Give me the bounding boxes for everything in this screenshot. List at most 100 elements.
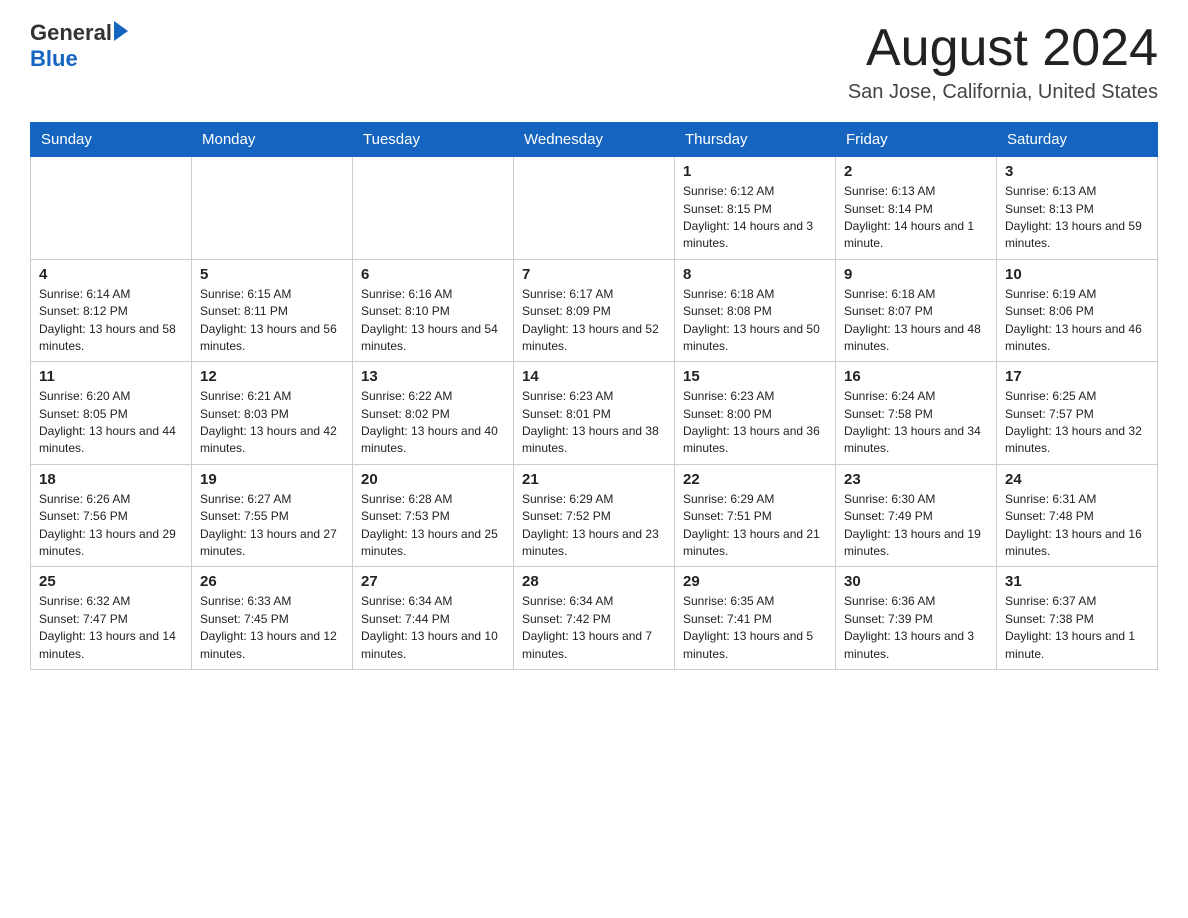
- calendar-cell: 22 Sunrise: 6:29 AM Sunset: 7:51 PM Dayli…: [675, 464, 836, 567]
- day-number: 31: [1005, 573, 1149, 590]
- day-info: Sunrise: 6:24 AM Sunset: 7:58 PM Dayligh…: [844, 388, 988, 458]
- calendar-header-sunday: Sunday: [31, 123, 192, 157]
- day-info: Sunrise: 6:25 AM Sunset: 7:57 PM Dayligh…: [1005, 388, 1149, 458]
- calendar-cell: 2 Sunrise: 6:13 AM Sunset: 8:14 PM Daylig…: [836, 157, 997, 260]
- day-number: 26: [200, 573, 344, 590]
- day-number: 8: [683, 266, 827, 283]
- day-number: 12: [200, 368, 344, 385]
- calendar-cell: 11 Sunrise: 6:20 AM Sunset: 8:05 PM Dayli…: [31, 362, 192, 465]
- day-info: Sunrise: 6:35 AM Sunset: 7:41 PM Dayligh…: [683, 593, 827, 663]
- day-info: Sunrise: 6:13 AM Sunset: 8:13 PM Dayligh…: [1005, 183, 1149, 253]
- calendar-cell: 16Sunrise: 6:24 AM Sunset: 7:58 PM Dayli…: [836, 362, 997, 465]
- day-number: 21: [522, 471, 666, 488]
- day-info: Sunrise: 6:29 AM Sunset: 7:52 PM Dayligh…: [522, 491, 666, 561]
- calendar-week-row: 4 Sunrise: 6:14 AM Sunset: 8:12 PM Daylig…: [31, 259, 1158, 362]
- day-number: 14: [522, 368, 666, 385]
- day-info: Sunrise: 6:34 AM Sunset: 7:44 PM Dayligh…: [361, 593, 505, 663]
- calendar-cell: 7Sunrise: 6:17 AM Sunset: 8:09 PM Daylig…: [514, 259, 675, 362]
- calendar-cell: 1Sunrise: 6:12 AM Sunset: 8:15 PM Daylig…: [675, 157, 836, 260]
- calendar-header-tuesday: Tuesday: [353, 123, 514, 157]
- logo-blue-text: Blue: [30, 46, 128, 72]
- day-info: Sunrise: 6:23 AM Sunset: 8:01 PM Dayligh…: [522, 388, 666, 458]
- page-header: General Blue August 2024 San Jose, Calif…: [30, 20, 1158, 104]
- logo-arrow-icon: [114, 21, 128, 41]
- calendar-cell: 19Sunrise: 6:27 AM Sunset: 7:55 PM Dayli…: [192, 464, 353, 567]
- day-number: 30: [844, 573, 988, 590]
- calendar-week-row: 18 Sunrise: 6:26 AM Sunset: 7:56 PM Dayli…: [31, 464, 1158, 567]
- day-info: Sunrise: 6:32 AM Sunset: 7:47 PM Dayligh…: [39, 593, 183, 663]
- day-number: 2: [844, 163, 988, 180]
- day-info: Sunrise: 6:30 AM Sunset: 7:49 PM Dayligh…: [844, 491, 988, 561]
- calendar-cell: 20Sunrise: 6:28 AM Sunset: 7:53 PM Dayli…: [353, 464, 514, 567]
- day-info: Sunrise: 6:26 AM Sunset: 7:56 PM Dayligh…: [39, 491, 183, 561]
- calendar-cell: 14 Sunrise: 6:23 AM Sunset: 8:01 PM Dayli…: [514, 362, 675, 465]
- day-number: 7: [522, 266, 666, 283]
- day-number: 18: [39, 471, 183, 488]
- day-info: Sunrise: 6:31 AM Sunset: 7:48 PM Dayligh…: [1005, 491, 1149, 561]
- day-info: Sunrise: 6:29 AM Sunset: 7:51 PM Dayligh…: [683, 491, 827, 561]
- calendar-header-thursday: Thursday: [675, 123, 836, 157]
- calendar-cell: 13Sunrise: 6:22 AM Sunset: 8:02 PM Dayli…: [353, 362, 514, 465]
- calendar-cell: 21 Sunrise: 6:29 AM Sunset: 7:52 PM Dayli…: [514, 464, 675, 567]
- calendar-week-row: 25 Sunrise: 6:32 AM Sunset: 7:47 PM Dayli…: [31, 567, 1158, 670]
- day-number: 20: [361, 471, 505, 488]
- day-number: 6: [361, 266, 505, 283]
- day-info: Sunrise: 6:18 AM Sunset: 8:08 PM Dayligh…: [683, 286, 827, 356]
- day-info: Sunrise: 6:14 AM Sunset: 8:12 PM Dayligh…: [39, 286, 183, 356]
- calendar-cell: 9 Sunrise: 6:18 AM Sunset: 8:07 PM Daylig…: [836, 259, 997, 362]
- calendar-cell: [192, 157, 353, 260]
- logo: General Blue: [30, 20, 128, 72]
- calendar-cell: 31 Sunrise: 6:37 AM Sunset: 7:38 PM Dayli…: [997, 567, 1158, 670]
- day-number: 24: [1005, 471, 1149, 488]
- day-info: Sunrise: 6:27 AM Sunset: 7:55 PM Dayligh…: [200, 491, 344, 561]
- day-number: 29: [683, 573, 827, 590]
- day-info: Sunrise: 6:20 AM Sunset: 8:05 PM Dayligh…: [39, 388, 183, 458]
- logo-general-text: General: [30, 20, 112, 46]
- calendar-cell: 26 Sunrise: 6:33 AM Sunset: 7:45 PM Dayli…: [192, 567, 353, 670]
- calendar-cell: 23 Sunrise: 6:30 AM Sunset: 7:49 PM Dayli…: [836, 464, 997, 567]
- day-number: 22: [683, 471, 827, 488]
- calendar-cell: 12Sunrise: 6:21 AM Sunset: 8:03 PM Dayli…: [192, 362, 353, 465]
- calendar-cell: 8 Sunrise: 6:18 AM Sunset: 8:08 PM Daylig…: [675, 259, 836, 362]
- day-info: Sunrise: 6:16 AM Sunset: 8:10 PM Dayligh…: [361, 286, 505, 356]
- day-info: Sunrise: 6:13 AM Sunset: 8:14 PM Dayligh…: [844, 183, 988, 253]
- day-number: 23: [844, 471, 988, 488]
- day-number: 15: [683, 368, 827, 385]
- month-title: August 2024: [848, 20, 1158, 77]
- calendar-week-row: 11 Sunrise: 6:20 AM Sunset: 8:05 PM Dayli…: [31, 362, 1158, 465]
- calendar-cell: 3 Sunrise: 6:13 AM Sunset: 8:13 PM Daylig…: [997, 157, 1158, 260]
- calendar-cell: 25 Sunrise: 6:32 AM Sunset: 7:47 PM Dayli…: [31, 567, 192, 670]
- calendar-cell: 4 Sunrise: 6:14 AM Sunset: 8:12 PM Daylig…: [31, 259, 192, 362]
- calendar-cell: 27 Sunrise: 6:34 AM Sunset: 7:44 PM Dayli…: [353, 567, 514, 670]
- day-number: 3: [1005, 163, 1149, 180]
- day-number: 4: [39, 266, 183, 283]
- day-info: Sunrise: 6:23 AM Sunset: 8:00 PM Dayligh…: [683, 388, 827, 458]
- day-info: Sunrise: 6:33 AM Sunset: 7:45 PM Dayligh…: [200, 593, 344, 663]
- day-info: Sunrise: 6:18 AM Sunset: 8:07 PM Dayligh…: [844, 286, 988, 356]
- day-info: Sunrise: 6:12 AM Sunset: 8:15 PM Dayligh…: [683, 183, 827, 253]
- calendar-table: SundayMondayTuesdayWednesdayThursdayFrid…: [30, 122, 1158, 670]
- day-number: 27: [361, 573, 505, 590]
- day-info: Sunrise: 6:19 AM Sunset: 8:06 PM Dayligh…: [1005, 286, 1149, 356]
- calendar-cell: [514, 157, 675, 260]
- day-number: 10: [1005, 266, 1149, 283]
- day-number: 9: [844, 266, 988, 283]
- location-title: San Jose, California, United States: [848, 81, 1158, 104]
- day-number: 13: [361, 368, 505, 385]
- calendar-header-wednesday: Wednesday: [514, 123, 675, 157]
- calendar-cell: 6 Sunrise: 6:16 AM Sunset: 8:10 PM Daylig…: [353, 259, 514, 362]
- day-info: Sunrise: 6:37 AM Sunset: 7:38 PM Dayligh…: [1005, 593, 1149, 663]
- day-info: Sunrise: 6:15 AM Sunset: 8:11 PM Dayligh…: [200, 286, 344, 356]
- day-number: 17: [1005, 368, 1149, 385]
- calendar-cell: 30Sunrise: 6:36 AM Sunset: 7:39 PM Dayli…: [836, 567, 997, 670]
- calendar-cell: 15 Sunrise: 6:23 AM Sunset: 8:00 PM Dayli…: [675, 362, 836, 465]
- day-number: 25: [39, 573, 183, 590]
- calendar-cell: 10 Sunrise: 6:19 AM Sunset: 8:06 PM Dayli…: [997, 259, 1158, 362]
- calendar-cell: [353, 157, 514, 260]
- calendar-header-row: SundayMondayTuesdayWednesdayThursdayFrid…: [31, 123, 1158, 157]
- calendar-cell: 18 Sunrise: 6:26 AM Sunset: 7:56 PM Dayli…: [31, 464, 192, 567]
- calendar-cell: 29 Sunrise: 6:35 AM Sunset: 7:41 PM Dayli…: [675, 567, 836, 670]
- day-number: 11: [39, 368, 183, 385]
- calendar-cell: 28Sunrise: 6:34 AM Sunset: 7:42 PM Dayli…: [514, 567, 675, 670]
- calendar-cell: 17 Sunrise: 6:25 AM Sunset: 7:57 PM Dayli…: [997, 362, 1158, 465]
